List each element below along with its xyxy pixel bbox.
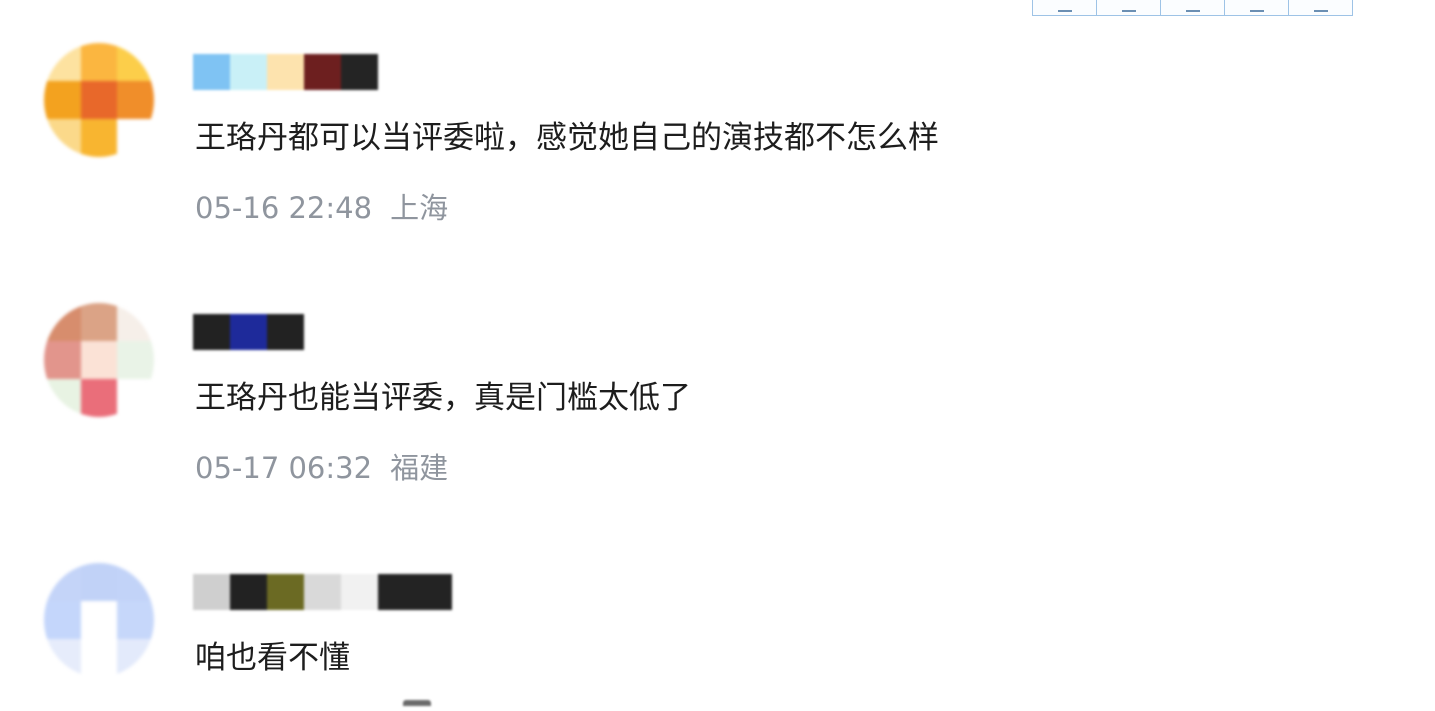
partial-next-username	[403, 700, 431, 706]
toolbar-button-2[interactable]	[1097, 0, 1161, 15]
username-pixel	[378, 574, 415, 610]
comment-location: 上海	[390, 191, 449, 225]
username-pixelated[interactable]	[193, 574, 452, 610]
avatar[interactable]	[44, 303, 154, 417]
toolbar	[1032, 0, 1353, 16]
toolbar-button-1[interactable]	[1033, 0, 1097, 15]
username-pixel	[415, 574, 452, 610]
username-pixel	[193, 314, 230, 350]
avatar[interactable]	[44, 43, 154, 157]
toolbar-button-5[interactable]	[1289, 0, 1352, 15]
username-pixel	[267, 54, 304, 90]
username-pixel	[193, 574, 230, 610]
username-pixel	[230, 54, 267, 90]
username-pixel	[230, 574, 267, 610]
username-pixel	[304, 574, 341, 610]
toolbar-button-3[interactable]	[1161, 0, 1225, 15]
username-pixel	[267, 574, 304, 610]
username-pixelated[interactable]	[193, 54, 378, 90]
comment-text: 王珞丹都可以当评委啦，感觉她自己的演技都不怎么样	[195, 120, 939, 156]
username-pixel	[341, 574, 378, 610]
comment-text: 咱也看不懂	[195, 640, 350, 676]
comment-text: 王珞丹也能当评委，真是门槛太低了	[195, 380, 691, 416]
toolbar-button-4[interactable]	[1225, 0, 1289, 15]
username-pixel	[304, 54, 341, 90]
comment-meta: 05-16 22:48 上海	[195, 188, 448, 228]
comment-location: 福建	[390, 451, 449, 485]
comment-time: 05-17 06:32	[195, 451, 373, 485]
username-pixel	[230, 314, 267, 350]
comment-meta: 05-17 06:32 福建	[195, 448, 448, 488]
comment-time: 05-16 22:48	[195, 191, 373, 225]
username-pixel	[341, 54, 378, 90]
avatar[interactable]	[44, 563, 154, 677]
username-pixel	[267, 314, 304, 350]
username-pixelated[interactable]	[193, 314, 304, 350]
username-pixel	[193, 54, 230, 90]
